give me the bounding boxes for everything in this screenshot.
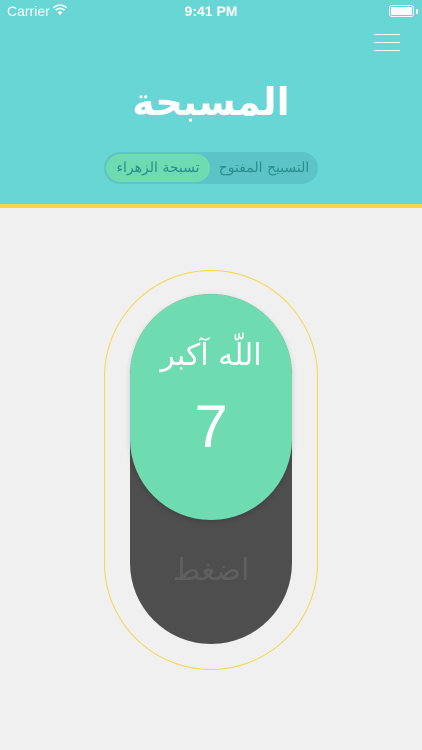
- page-title: المسبحة: [132, 80, 290, 124]
- press-label: اضغط: [172, 553, 250, 588]
- count-value: 7: [194, 393, 228, 460]
- menu-line: [374, 50, 400, 51]
- counter-button[interactable]: اللّه آكبر 7: [130, 294, 292, 520]
- menu-line: [374, 34, 400, 35]
- tab-zahra-tasbih[interactable]: تسبحة الزهراء: [106, 154, 210, 182]
- tab-open-tasbih[interactable]: التسبيح المفتوح: [212, 154, 316, 182]
- menu-line: [374, 42, 400, 43]
- header-divider: [0, 204, 422, 208]
- clock: 9:41 PM: [184, 3, 238, 19]
- status-bar: Carrier 9:41 PM: [0, 0, 422, 22]
- dhikr-text: اللّه آكبر: [160, 338, 262, 373]
- battery-nub: [416, 9, 418, 14]
- menu-button[interactable]: [374, 32, 400, 52]
- battery-icon: [389, 5, 414, 17]
- mode-selector: التسبيح المفتوح تسبحة الزهراء: [104, 152, 318, 184]
